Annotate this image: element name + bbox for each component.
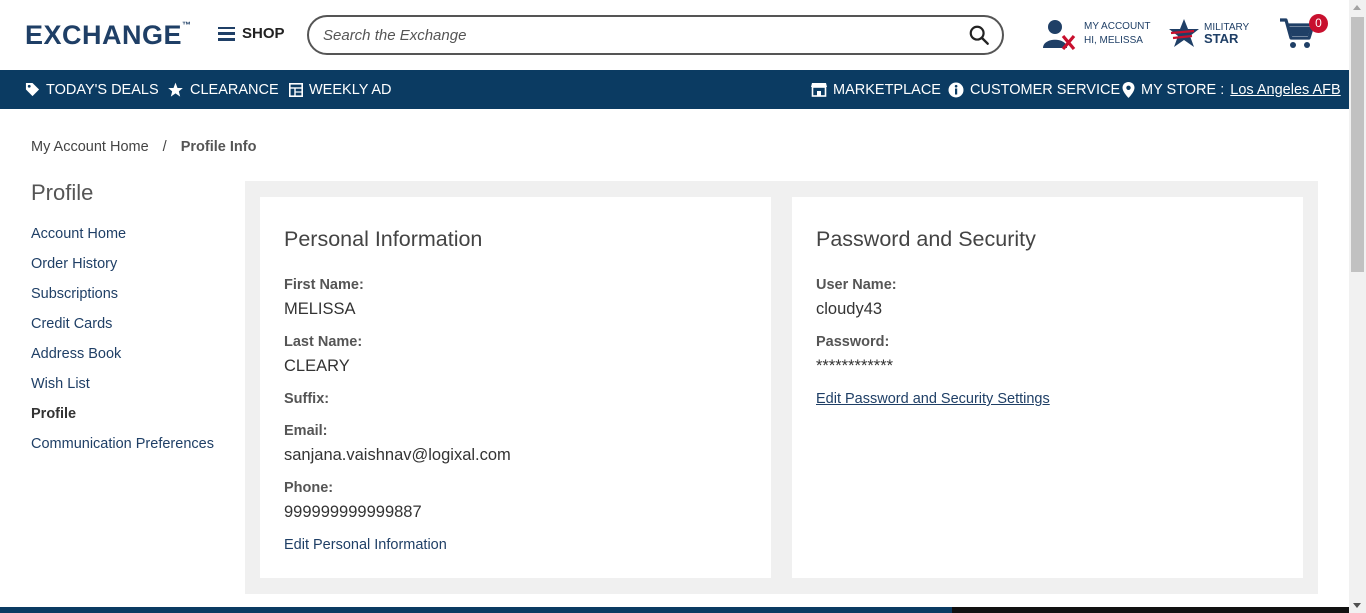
- password-label: Password:: [816, 334, 890, 350]
- sidebar-item-profile[interactable]: Profile: [31, 406, 214, 436]
- map-pin-icon: [1122, 81, 1135, 98]
- sidebar-menu: Account Home Order History Subscriptions…: [31, 226, 214, 466]
- sidebar-item-order-history[interactable]: Order History: [31, 256, 214, 286]
- nav-clearance[interactable]: CLEARANCE: [167, 70, 279, 109]
- nav-todays-deals-label: TODAY'S DEALS: [46, 81, 159, 98]
- first-name-value: MELISSA: [284, 300, 356, 318]
- exchange-logo[interactable]: EXCHANGE™: [25, 20, 192, 51]
- scrollbar-thumb[interactable]: [1351, 17, 1364, 272]
- military-star-link[interactable]: MILITARY STAR: [1168, 17, 1249, 49]
- sidebar-item-credit-cards[interactable]: Credit Cards: [31, 316, 214, 346]
- hamburger-icon: [218, 26, 235, 41]
- phone-label: Phone:: [284, 480, 334, 496]
- sidebar-item-wish-list[interactable]: Wish List: [31, 376, 214, 406]
- sidebar-item-subscriptions[interactable]: Subscriptions: [31, 286, 214, 316]
- breadcrumb-home-link[interactable]: My Account Home: [31, 139, 149, 155]
- account-user-icon: [1043, 20, 1076, 50]
- suffix-label: Suffix:: [284, 391, 330, 407]
- account-label: MY ACCOUNT: [1084, 21, 1151, 32]
- my-store-link[interactable]: Los Angeles AFB: [1230, 82, 1340, 98]
- edit-password-security-link[interactable]: Edit Password and Security Settings: [816, 391, 1050, 407]
- nav-todays-deals[interactable]: TODAY'S DEALS: [25, 70, 159, 109]
- newspaper-icon: [289, 82, 303, 97]
- footer-strip: [0, 607, 1349, 613]
- nav-my-store[interactable]: MY STORE : Los Angeles AFB: [1122, 70, 1341, 109]
- page: EXCHANGE™ SHOP MY ACCOUNT HI, MELISSA: [0, 0, 1366, 613]
- my-account-link[interactable]: MY ACCOUNT HI, MELISSA: [1043, 18, 1151, 50]
- nav-weekly-ad-label: WEEKLY AD: [309, 81, 392, 98]
- password-value: ************: [816, 357, 894, 375]
- sidebar-item-communication-preferences[interactable]: Communication Preferences: [31, 436, 214, 466]
- nav-weekly-ad[interactable]: WEEKLY AD: [289, 70, 391, 109]
- tag-icon: [25, 82, 40, 97]
- shop-label: SHOP: [242, 25, 285, 42]
- info-icon: [948, 82, 964, 97]
- email-label: Email:: [284, 423, 328, 439]
- breadcrumb-current: Profile Info: [180, 139, 257, 155]
- vertical-scrollbar[interactable]: [1349, 0, 1366, 613]
- email-value: sanjana.vaishnav@logixal.com: [284, 446, 511, 464]
- edit-personal-information-link[interactable]: Edit Personal Information: [284, 537, 447, 553]
- profile-panel: Personal Information First Name: MELISSA…: [245, 181, 1318, 594]
- scroll-down-arrow-icon[interactable]: [1353, 603, 1361, 608]
- username-value: cloudy43: [816, 300, 883, 318]
- scroll-up-arrow-icon[interactable]: [1353, 5, 1361, 10]
- nav-marketplace[interactable]: MARKETPLACE: [811, 70, 941, 109]
- cart-button[interactable]: 0: [1279, 14, 1329, 52]
- nav-customer-service-label: CUSTOMER SERVICE: [970, 81, 1121, 98]
- search-bar: [307, 15, 1004, 55]
- first-name-label: First Name:: [284, 277, 364, 293]
- sidebar-item-address-book[interactable]: Address Book: [31, 346, 214, 376]
- storefront-icon: [811, 83, 827, 97]
- search-icon[interactable]: [968, 24, 990, 46]
- last-name-label: Last Name:: [284, 334, 363, 350]
- star-label: STAR: [1204, 31, 1239, 46]
- personal-information-title: Personal Information: [284, 227, 483, 251]
- username-label: User Name:: [816, 277, 897, 293]
- military-star-icon: [1169, 19, 1199, 47]
- nav-marketplace-label: MARKETPLACE: [833, 81, 941, 98]
- breadcrumb: My Account Home / Profile Info: [31, 139, 256, 155]
- account-greeting: HI, MELISSA: [1084, 35, 1143, 46]
- site-header: EXCHANGE™ SHOP MY ACCOUNT HI, MELISSA: [0, 0, 1349, 70]
- breadcrumb-separator: /: [162, 139, 167, 155]
- sidebar-item-account-home[interactable]: Account Home: [31, 226, 214, 256]
- search-input[interactable]: [323, 25, 923, 45]
- shop-menu-button[interactable]: SHOP: [218, 25, 285, 42]
- personal-information-card: Personal Information First Name: MELISSA…: [260, 197, 771, 578]
- password-security-card: Password and Security User Name: cloudy4…: [792, 197, 1303, 578]
- last-name-value: CLEARY: [284, 357, 350, 375]
- nav-clearance-label: CLEARANCE: [190, 81, 279, 98]
- phone-value: 999999999999887: [284, 503, 422, 521]
- star-icon: [168, 82, 183, 97]
- logo-text: EXCHANGE: [25, 20, 183, 50]
- nav-customer-service[interactable]: CUSTOMER SERVICE: [948, 70, 1120, 109]
- password-security-title: Password and Security: [816, 227, 1036, 251]
- my-store-label: MY STORE :: [1141, 81, 1225, 98]
- cart-count-badge: 0: [1309, 14, 1328, 33]
- main-nav-bar: TODAY'S DEALS CLEARANCE WEEKLY AD MARKET…: [0, 70, 1349, 109]
- sidebar-title: Profile: [31, 180, 94, 205]
